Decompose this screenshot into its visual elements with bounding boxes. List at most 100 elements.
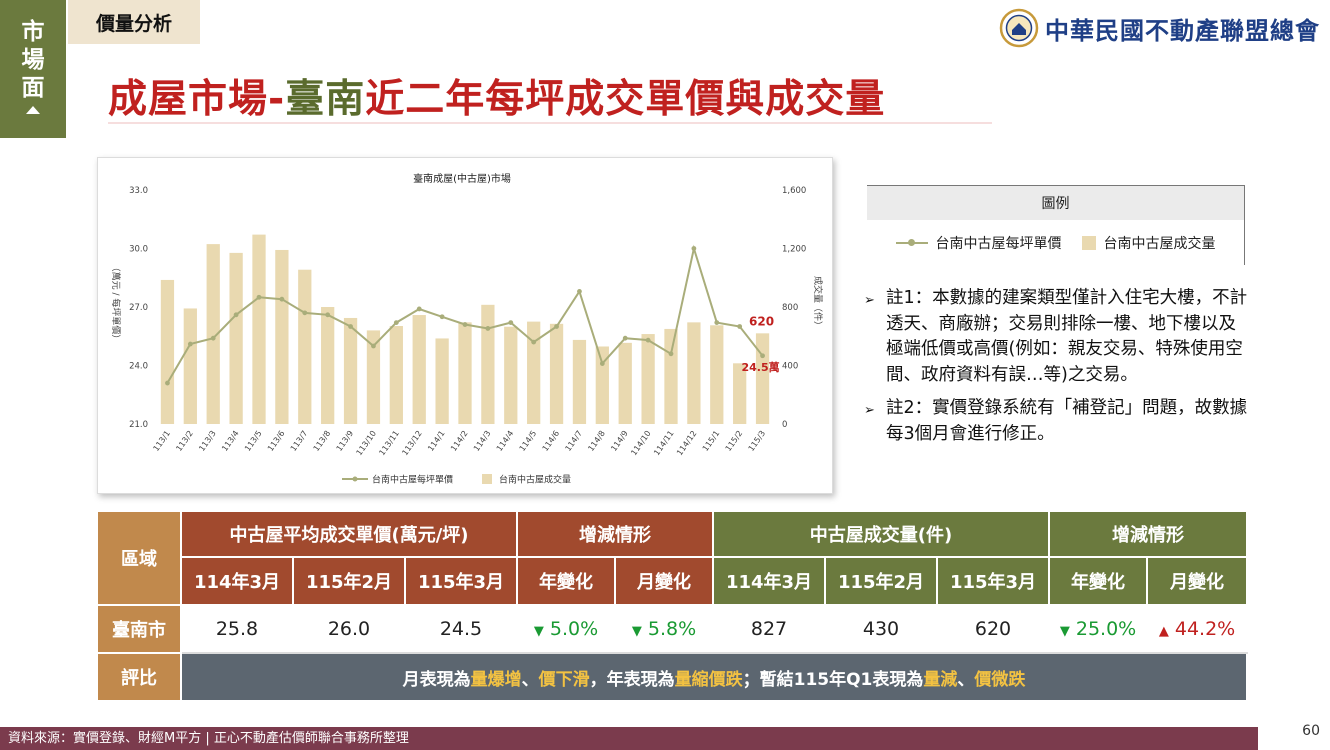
volume-yoy-value: 25.0%: [1075, 618, 1137, 640]
x-tick-label: 113/1: [151, 429, 172, 453]
org-header: 中華民國不動產聯盟總會: [999, 8, 1320, 48]
volume-header: 中古屋成交量(件): [711, 510, 1051, 558]
x-tick-label: 114/3: [472, 429, 493, 453]
bar-swatch-icon: [1081, 236, 1096, 250]
chart-panel: 臺南成屋(中古屋)市場 21.0 24.0 27.0 30.0 33.0 0 400 800…: [97, 157, 833, 494]
region-cell: 臺南市: [96, 604, 182, 654]
summary-text: 月表現為量爆增、價下滑，年表現為量縮價跌；暫結115年Q1表現為量減、價微跌: [179, 652, 1249, 702]
legend-item-line: 台南中古屋每坪單價: [895, 233, 1062, 253]
x-tick-label: 114/5: [518, 429, 539, 453]
volume-mom-cell: ▲ 44.2%: [1146, 604, 1249, 654]
title-part-1: 成屋市場-: [108, 77, 286, 122]
volume-bar: [458, 322, 472, 424]
price-point: [714, 320, 720, 325]
volume-period-col: 115年2月: [824, 556, 938, 606]
price-point: [737, 324, 743, 329]
summary-label: 評比: [96, 652, 182, 702]
volume-bar: [481, 304, 495, 424]
volume-cell: 827: [712, 604, 826, 654]
x-tick-label: 114/6: [541, 429, 562, 453]
line-swatch-icon: [895, 239, 928, 246]
price-mom-cell: ▼ 5.8%: [614, 604, 714, 654]
note-1: ➢ 註1：本數據的建案類型僅計入住宅大樓，不計透天、商廠辦；交易則排除一樓、地下…: [864, 286, 1250, 388]
volume-bar: [275, 249, 289, 424]
legend-line-label: 台南中古屋每坪單價: [372, 474, 453, 486]
left-tick-label: 27.0: [129, 303, 148, 313]
price-point: [622, 335, 628, 341]
volume-bar: [229, 252, 243, 424]
right-tick-label: 800: [782, 303, 798, 313]
left-tick-label: 21.0: [129, 420, 148, 430]
legend-header: 圖例: [867, 186, 1244, 220]
x-tick-label: 113/12: [400, 429, 424, 457]
down-arrow-icon: ▼: [533, 624, 544, 639]
volume-bar: [641, 334, 655, 424]
triangle-up-icon: [26, 106, 40, 114]
title-underline: [108, 122, 992, 124]
price-point: [577, 289, 582, 294]
x-tick-label: 113/7: [289, 429, 310, 453]
price-period-col: 115年2月: [292, 556, 406, 606]
last-volume-annotation: 620: [749, 314, 774, 328]
volume-period-col: 114年3月: [712, 556, 826, 606]
price-header: 中古屋平均成交單價(萬元/坪): [180, 510, 518, 558]
title-part-3: 近二年每坪成交單價與成交量: [365, 77, 886, 122]
price-yoy-value: 5.0%: [549, 618, 599, 640]
left-axis-label: （萬元 / 每坪單價）: [110, 263, 122, 344]
volume-bar: [160, 279, 175, 424]
x-tick-label: 113/9: [335, 429, 356, 453]
legend-line-marker: [352, 476, 358, 482]
legend-box: 圖例 台南中古屋每坪單價 台南中古屋成交量: [867, 185, 1245, 265]
price-point: [599, 361, 605, 366]
right-tick-label: 1,200: [782, 245, 806, 255]
org-seal-icon: [999, 8, 1039, 48]
volume-bar: [183, 308, 197, 424]
price-period-col: 114年3月: [180, 556, 294, 606]
x-tick-label: 113/5: [243, 429, 264, 453]
volume-change-col: 月變化: [1146, 556, 1249, 606]
volume-bar: [389, 326, 403, 424]
price-change-header: 增減情形: [516, 510, 714, 558]
volume-bar: [572, 339, 587, 424]
price-change-col: 月變化: [614, 556, 714, 606]
legend-item-bar: 台南中古屋成交量: [1081, 233, 1216, 253]
x-tick-label: 113/8: [312, 429, 333, 453]
side-tab-char-2: 場: [21, 47, 45, 73]
volume-bar: [321, 307, 335, 424]
price-point: [325, 312, 331, 318]
volume-bar: [755, 333, 770, 424]
volume-bar: [435, 338, 449, 424]
price-point: [371, 343, 376, 349]
volume-change-header: 增減情形: [1048, 510, 1249, 558]
x-tick-label: 114/10: [629, 429, 653, 457]
summary-highlight: 量縮價跌: [674, 669, 743, 690]
right-tick-label: 0: [782, 420, 787, 430]
summary-seg: 、: [521, 669, 539, 690]
volume-mom-value: 44.2%: [1174, 618, 1236, 640]
volume-bar: [687, 322, 701, 424]
x-tick-label: 113/3: [197, 429, 218, 453]
notes: ➢ 註1：本數據的建案類型僅計入住宅大樓，不計透天、商廠辦；交易則排除一樓、地下…: [864, 286, 1250, 455]
x-tick-label: 115/3: [747, 429, 768, 453]
volume-cell: 620: [935, 604, 1051, 654]
x-tick-label: 114/2: [449, 429, 470, 453]
volume-period-col: 115年3月: [935, 556, 1051, 606]
footer-source: 資料來源：實價登錄、財經M平方 | 正心不動產估價師聯合事務所整理: [0, 727, 1258, 750]
volume-bar: [298, 269, 312, 424]
price-point: [508, 320, 514, 325]
volume-bar: [618, 342, 632, 424]
price-point: [393, 320, 399, 325]
note-1-text: 註1：本數據的建案類型僅計入住宅大樓，不計透天、商廠辦；交易則排除一樓、地下樓以…: [886, 288, 1248, 385]
legend-item-bar-label: 台南中古屋成交量: [1103, 236, 1216, 252]
org-name: 中華民國不動產聯盟總會: [1045, 15, 1320, 45]
x-tick-label: 113/10: [355, 429, 379, 457]
price-point: [691, 246, 697, 251]
price-cell: 26.0: [292, 604, 406, 654]
x-tick-label: 115/2: [724, 429, 745, 453]
price-point: [279, 296, 285, 302]
x-tick-label: 114/1: [426, 429, 447, 453]
price-point: [554, 324, 559, 329]
price-point: [645, 337, 651, 343]
up-arrow-icon: ▲: [1158, 624, 1169, 639]
price-yoy-cell: ▼ 5.0%: [516, 604, 616, 654]
